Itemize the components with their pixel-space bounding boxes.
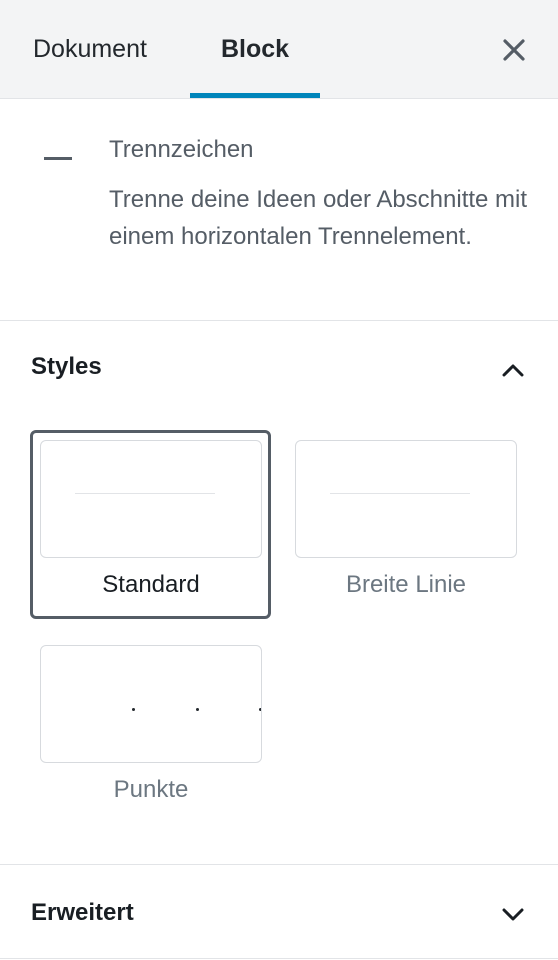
chevron-up-icon (502, 364, 524, 377)
block-description: Trenne deine Ideen oder Abschnitte mit e… (109, 186, 528, 250)
block-card: Trennzeichen Trenne deine Ideen oder Abs… (0, 99, 558, 321)
preview-dots (41, 708, 261, 714)
sidebar-tabs: Dokument Block (0, 0, 558, 99)
active-tab-indicator (190, 93, 320, 98)
dot (132, 708, 135, 711)
dot (196, 708, 199, 711)
preview-line (75, 493, 215, 494)
style-preview-standard (40, 440, 262, 558)
panel-divider (0, 958, 558, 959)
style-label: Breite Linie (345, 571, 467, 598)
separator-icon (44, 157, 72, 160)
chevron-down-icon (502, 908, 524, 921)
close-button[interactable] (494, 30, 534, 70)
preview-line (330, 493, 470, 494)
style-label: Standard (102, 571, 200, 598)
close-icon (503, 39, 525, 61)
block-settings-sidebar: Dokument Block Trennzeichen Trenne deine… (0, 0, 558, 960)
tab-block[interactable]: Block (190, 0, 320, 98)
tab-document[interactable]: Dokument (33, 0, 147, 98)
styles-panel-title: Styles (31, 353, 102, 380)
styles-panel-toggle[interactable]: Styles (0, 321, 558, 417)
block-title: Trennzeichen (109, 136, 254, 163)
advanced-panel-title: Erweitert (31, 899, 134, 926)
dot (259, 708, 261, 711)
style-preview-wide-line (295, 440, 517, 558)
style-preview-dots (40, 645, 262, 763)
style-label: Punkte (113, 776, 189, 803)
advanced-panel-toggle[interactable]: Erweitert (0, 865, 558, 960)
